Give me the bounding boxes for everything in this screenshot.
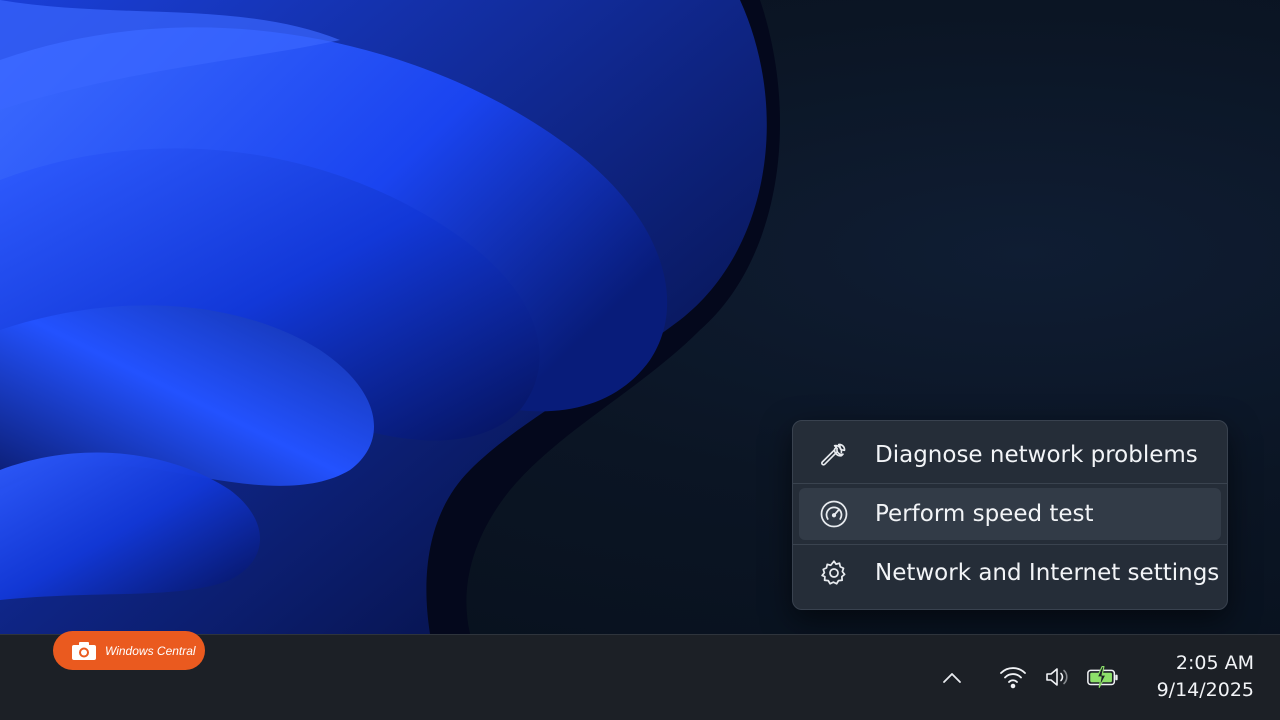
speedometer-icon	[819, 499, 849, 529]
watermark-text: Windows Central	[105, 643, 196, 658]
battery-charging-icon	[1086, 660, 1120, 694]
gear-icon	[819, 558, 849, 588]
clock-time: 2:05 AM	[1175, 652, 1254, 674]
menu-item-label: Perform speed test	[875, 501, 1094, 527]
system-clock[interactable]: 2:05 AM 9/14/2025	[1138, 650, 1254, 706]
menu-separator	[793, 483, 1227, 484]
menu-item-diagnose-network[interactable]: Diagnose network problems	[799, 427, 1221, 483]
menu-item-speed-test[interactable]: Perform speed test	[799, 488, 1221, 540]
volume-icon	[1041, 660, 1075, 694]
wrench-icon	[819, 440, 849, 470]
windows-central-watermark: Windows Central	[53, 631, 205, 670]
menu-item-label: Diagnose network problems	[875, 442, 1198, 468]
wifi-icon	[996, 660, 1030, 694]
network-context-menu: Diagnose network problems Perform speed …	[792, 420, 1228, 610]
camera-icon	[72, 641, 96, 660]
show-hidden-icons-button[interactable]	[938, 664, 966, 692]
menu-item-network-settings[interactable]: Network and Internet settings	[799, 545, 1221, 601]
quick-settings-tray[interactable]	[990, 656, 1126, 698]
chevron-up-icon	[943, 673, 961, 683]
menu-item-label: Network and Internet settings	[875, 560, 1220, 586]
clock-date: 9/14/2025	[1156, 679, 1254, 701]
